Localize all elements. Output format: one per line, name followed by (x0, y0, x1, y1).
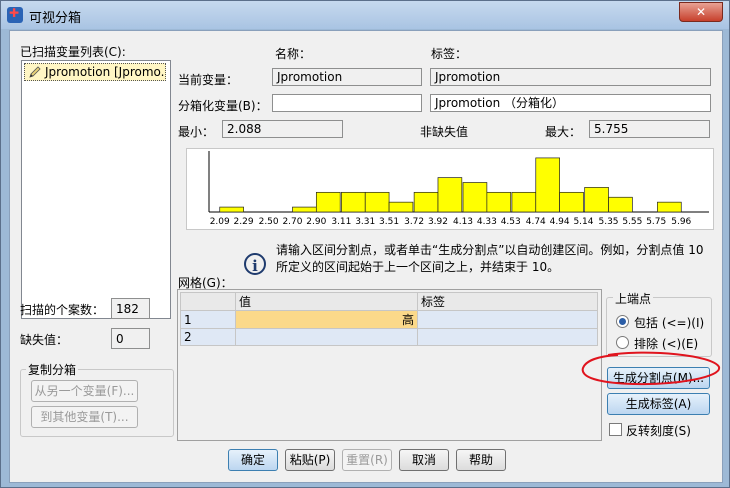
histogram-bar (486, 191, 512, 213)
binned-variable-name-input[interactable] (272, 94, 422, 112)
x-tick-label: 5.14 (573, 217, 593, 227)
grid-label-cell[interactable] (417, 328, 598, 346)
histogram-bar (511, 191, 537, 213)
x-tick-label: 4.94 (550, 217, 570, 227)
include-radio[interactable] (616, 315, 629, 328)
exclude-option-label[interactable]: 排除 (<)(E) (634, 335, 698, 352)
paste-button[interactable]: 粘贴(P) (285, 449, 335, 471)
scanned-list-label: 已扫描变量列表(C): (20, 45, 126, 59)
make-labels-button[interactable]: 生成标签(A) (607, 393, 710, 415)
binned-variable-label: 分箱化变量(B)： (178, 99, 268, 113)
x-tick-label: 3.31 (355, 217, 375, 227)
x-tick-label: 2.09 (210, 217, 230, 227)
maximum-value: 5.755 (589, 120, 710, 138)
grid-row-header-corner (180, 292, 236, 311)
red-annotation-ellipse (581, 351, 721, 386)
cutpoint-grid[interactable]: 值 标签 1 高 2 (177, 289, 602, 441)
info-icon: i (244, 253, 266, 275)
copy-to-variables-button[interactable]: 到其他变量(T)... (31, 406, 138, 428)
reset-button[interactable]: 重置(R) (342, 449, 392, 471)
cancel-button[interactable]: 取消 (399, 449, 449, 471)
histogram-bar (462, 182, 488, 213)
cutpoint-table: 值 标签 1 高 2 (180, 292, 598, 346)
app-icon (7, 6, 23, 23)
table-row[interactable]: 1 高 (180, 310, 598, 329)
nonmissing-label: 非缺失值 (420, 125, 469, 139)
x-tick-label: 4.53 (501, 217, 521, 227)
upper-endpoint-title: 上端点 (613, 290, 654, 307)
variable-name: Jpromotion [Jpromo... (45, 65, 166, 79)
cases-count: 182 (111, 298, 150, 319)
grid-value-cell[interactable]: 高 (235, 310, 418, 329)
x-tick-label: 4.13 (453, 217, 473, 227)
copy-bins-title: 复制分箱 (26, 361, 79, 378)
ok-button[interactable]: 确定 (228, 449, 278, 471)
current-variable-label-field: Jpromotion (430, 68, 711, 86)
histogram-bar (292, 206, 317, 213)
minimum-value: 2.088 (222, 120, 343, 138)
histogram-bar (388, 201, 414, 213)
x-tick-label: 3.92 (428, 217, 448, 227)
histogram-bar (437, 177, 463, 213)
histogram-bar (657, 201, 682, 213)
title-bar: 可视分箱 ✕ (1, 1, 729, 29)
x-tick-label: 3.72 (404, 217, 424, 227)
grid-row-number: 2 (180, 328, 236, 346)
x-tick-label: 4.74 (526, 217, 546, 227)
histogram-chart: 2.09 2.29 2.50 2.70 2.90 3.11 3.31 3.51 3.72 3.92… (186, 148, 714, 230)
histogram-bar (559, 191, 584, 213)
variable-list-item[interactable]: Jpromotion [Jpromo... (24, 63, 166, 81)
histogram-bar (584, 187, 609, 213)
x-tick-label: 5.75 (646, 217, 666, 227)
grid-value-cell[interactable] (235, 328, 418, 346)
histogram-bar (219, 206, 244, 213)
histogram-bar (364, 191, 390, 213)
x-tick-label: 3.11 (331, 217, 351, 227)
x-tick-label: 4.33 (477, 217, 497, 227)
help-button[interactable]: 帮助 (456, 449, 506, 471)
dialog-body: 已扫描变量列表(C): Jpromotion [Jpromo... 扫描的个案数… (9, 30, 723, 483)
missing-count: 0 (111, 328, 150, 349)
close-button[interactable]: ✕ (679, 2, 723, 22)
scanned-variable-list[interactable]: Jpromotion [Jpromo... (21, 60, 171, 319)
histogram-bar (413, 191, 439, 213)
x-tick-label: 5.96 (671, 217, 691, 227)
reverse-scale-checkbox[interactable] (609, 423, 622, 436)
x-tick-label: 2.70 (282, 217, 302, 227)
histogram-bar (315, 191, 341, 213)
binned-variable-label-input[interactable]: Jpromotion （分箱化） (430, 94, 711, 112)
x-tick-label: 2.50 (259, 217, 279, 227)
current-variable-label: 当前变量： (178, 73, 239, 87)
copy-from-variable-button[interactable]: 从另一个变量(F)... (31, 380, 138, 402)
histogram-bar (608, 196, 633, 213)
cases-label: 扫描的个案数： (20, 303, 105, 317)
grid-row-number: 1 (180, 310, 236, 329)
current-variable-name: Jpromotion (272, 68, 422, 86)
exclude-radio[interactable] (616, 336, 629, 349)
reverse-scale-label[interactable]: 反转刻度(S) (626, 422, 691, 439)
x-tick-label: 2.29 (234, 217, 254, 227)
scale-variable-icon (29, 66, 41, 78)
grid-column-label: 标签 (417, 292, 598, 311)
grid-header-row: 值 标签 (180, 292, 598, 311)
name-column-header: 名称： (275, 47, 312, 61)
grid-label-cell[interactable] (417, 310, 598, 329)
x-tick-label: 3.51 (379, 217, 399, 227)
x-tick-label: 2.90 (306, 217, 326, 227)
info-text: 请输入区间分割点，或者单击“生成分割点”以自动创建区间。例如，分割点值 10 所… (276, 243, 704, 274)
histogram-bar (535, 157, 560, 213)
table-row[interactable]: 2 (180, 328, 598, 346)
label-column-header: 标签： (431, 47, 468, 61)
maximum-label: 最大： (545, 125, 582, 139)
x-tick-label: 5.35 (598, 217, 618, 227)
minimum-label: 最小： (178, 125, 215, 139)
x-tick-label: 5.55 (622, 217, 642, 227)
missing-label: 缺失值： (20, 333, 69, 347)
histogram-bar (341, 191, 366, 213)
include-option-label[interactable]: 包括 (<=)(I) (634, 314, 704, 331)
window-title: 可视分箱 (29, 11, 82, 26)
grid-column-value: 值 (235, 292, 418, 311)
dialog-window: 可视分箱 ✕ 已扫描变量列表(C): Jpromotion [Jpromo...… (0, 0, 730, 488)
